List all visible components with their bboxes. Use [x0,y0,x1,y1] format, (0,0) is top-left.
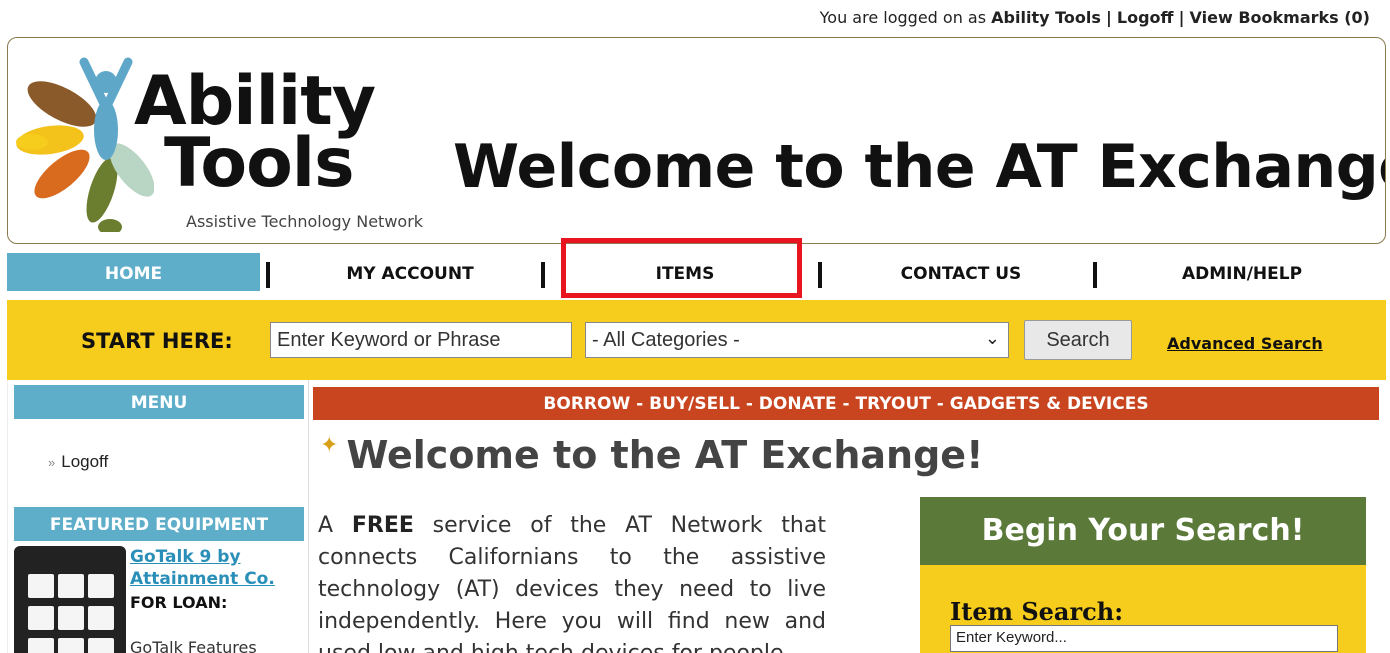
item-keyword-input[interactable]: Enter Keyword... [950,625,1338,652]
left-sidebar: MENU » Logoff FEATURED EQUIPMENT GoTalk 9… [7,380,309,653]
services-banner: BORROW - BUY/SELL - DONATE - TRYOUT - GA… [313,387,1379,420]
advanced-search-link[interactable]: Advanced Search [1167,334,1323,353]
nav-items[interactable]: ITEMS [566,253,804,291]
site-header: Ability Tools Assistive Technology Netwo… [7,37,1386,244]
nav-separator [818,262,822,288]
logged-in-user: Ability Tools [991,8,1101,27]
begin-search-header: Begin Your Search! [920,497,1366,565]
logo-flower-icon [16,57,154,232]
nav-separator [1093,262,1097,288]
keyword-search-input[interactable]: Enter Keyword or Phrase [270,322,572,358]
main-nav: HOME MY ACCOUNT ITEMS CONTACT US ADMIN/H… [7,253,1386,299]
menu-item-logoff[interactable]: » Logoff [48,452,108,472]
login-prefix: You are logged on as [819,8,987,27]
page-title: ✦ Welcome to the AT Exchange! [320,433,983,477]
keyword-input-value: Enter Keyword or Phrase [277,329,501,351]
item-search-label: Item Search: [950,597,1124,626]
nav-admin-help[interactable]: ADMIN/HELP [1117,253,1367,291]
category-select[interactable]: - All Categories - ⌄ [585,322,1009,358]
logo-tagline: Assistive Technology Network [186,212,424,231]
header-title: Welcome to the AT Exchange [453,132,1386,202]
nav-my-account[interactable]: MY ACCOUNT [282,253,538,291]
intro-start: A [318,513,334,538]
nav-home[interactable]: HOME [7,253,260,291]
gotalk-device-image[interactable] [14,546,126,653]
separator: | [1178,8,1185,27]
page-title-text: Welcome to the AT Exchange! [346,433,984,477]
item-keyword-value: Enter Keyword... [956,629,1067,646]
intro-free-emphasis: FREE [351,513,414,538]
chevron-right-icon: » [48,455,56,470]
sparkle-icon: ✦ [320,433,339,458]
begin-search-panel: Begin Your Search! Item Search: Enter Ke… [920,497,1366,653]
intro-paragraph: A FREE service of the AT Network that co… [318,510,826,653]
logo-word-tools: Tools [164,124,355,203]
chevron-down-icon: ⌄ [984,328,1000,348]
view-bookmarks-link[interactable]: View Bookmarks (0) [1190,8,1370,27]
category-selected-value: - All Categories - [592,329,740,351]
nav-separator [541,262,545,288]
featured-item-link[interactable]: GoTalk 9 by Attainment Co. [130,546,300,590]
featured-item-status: FOR LOAN: [130,593,228,612]
login-status-bar: You are logged on as Ability Tools | Log… [820,8,1370,27]
menu-item-label: Logoff [61,452,109,471]
search-band: START HERE: Enter Keyword or Phrase - Al… [7,300,1386,380]
ability-tools-logo[interactable]: Ability Tools Assistive Technology Netwo… [14,52,434,232]
start-here-label: START HERE: [81,329,233,353]
featured-item-description: GoTalk Features [130,638,257,653]
featured-equipment-header: FEATURED EQUIPMENT [14,507,304,541]
menu-header: MENU [14,385,304,419]
logoff-link[interactable]: Logoff [1117,8,1174,27]
separator: | [1105,8,1112,27]
nav-contact-us[interactable]: CONTACT US [837,253,1085,291]
search-button[interactable]: Search [1024,320,1132,360]
nav-separator [266,262,270,288]
device-buttons-grid [26,572,118,653]
